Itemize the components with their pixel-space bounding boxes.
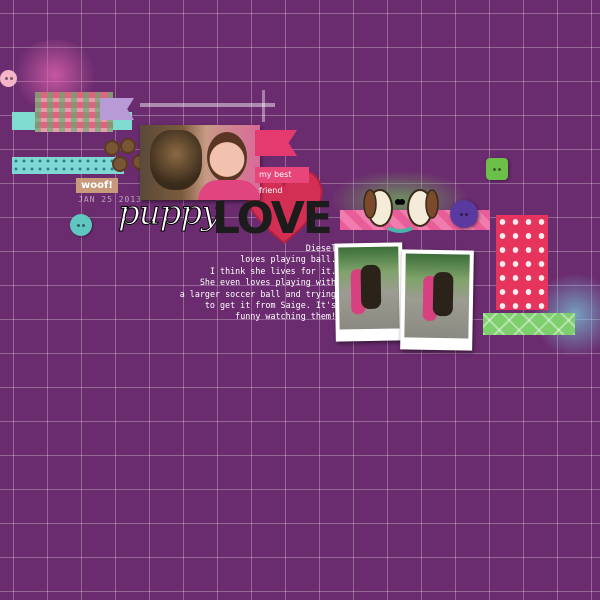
white-brush-streak: [140, 103, 275, 107]
white-brush-stroke-vertical: [262, 90, 265, 122]
teal-button-icon: [70, 214, 92, 236]
photo-girl-and-dog-2: [400, 249, 474, 351]
best-friend-tag: my best friend: [255, 167, 309, 195]
cartoon-dogs-icon: [363, 189, 439, 233]
girl-face: [207, 132, 247, 182]
green-button-icon: [486, 158, 508, 180]
dog-head: [150, 130, 202, 190]
title-puppy: puppy: [117, 193, 220, 234]
green-argyle-ribbon: [483, 313, 575, 335]
pink-flag-tab: [255, 130, 297, 156]
title-love: LOVE: [212, 193, 333, 244]
journal-text: Diesel loves playing ball. I think she l…: [179, 243, 336, 322]
photo-girl-and-dog-1: [334, 242, 404, 342]
lavender-flag-tab: [100, 98, 134, 120]
pink-button-icon: [0, 70, 17, 87]
pink-hearts-paper: [496, 215, 548, 310]
purple-button-icon: [450, 200, 478, 228]
woof-tag: woof!: [76, 178, 118, 193]
polka-dot-ribbon: [12, 157, 124, 174]
